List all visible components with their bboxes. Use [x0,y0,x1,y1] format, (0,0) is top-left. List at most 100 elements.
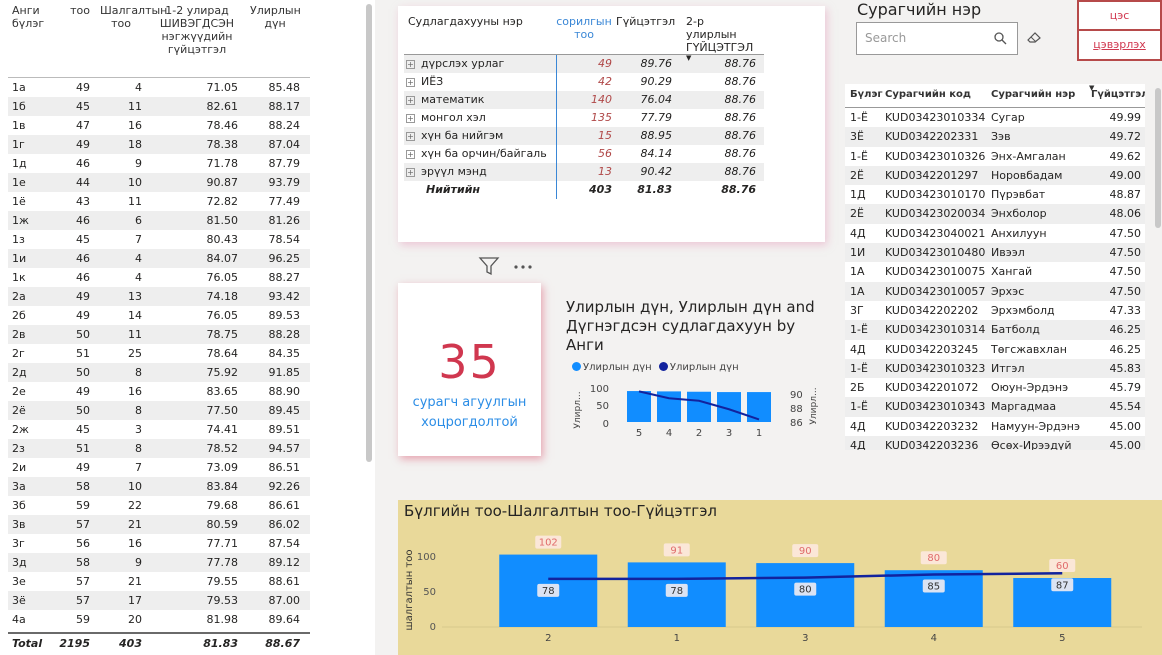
col-header-student-code[interactable]: Сурагчийн код [885,84,991,107]
col-header-performance[interactable]: Гүйцэтгэл ▼ [1089,84,1145,107]
col-header-performance[interactable]: 1-2 улирад ШИВЭГДСЭН нэгжүүдийн гүйцэтгэ… [142,4,238,77]
expand-icon[interactable]: + [406,77,415,87]
table-row[interactable]: 1а 49 4 71.05 85.48 [8,78,310,97]
table-row[interactable]: 1-Ё KUD03423010323 Итгэл 45.83 [845,358,1145,379]
mini-bar[interactable] [627,391,651,422]
table-row[interactable]: 3Ё KUD0342202331 Зэв 49.72 [845,127,1145,147]
expand-icon[interactable]: + [406,95,415,105]
search-box[interactable] [856,22,1018,55]
table-row[interactable]: 1и 46 4 84.07 96.25 [8,249,310,268]
table-row[interactable]: 1Д KUD03423010170 Пүрэвбат 48.87 [845,185,1145,204]
table-row[interactable]: 4Д KUD0342203245 Төгсжавхлан 46.25 [845,340,1145,359]
table-row[interactable]: 1-Ё KUD03423010334 Сугар 49.99 [845,108,1145,127]
table-row[interactable]: 4Д KUD0342203236 Өсөх-Ирээдүй 45.00 [845,436,1145,450]
table-row[interactable]: 1д 46 9 71.78 87.79 [8,154,310,173]
table-row[interactable]: 2г 51 25 78.64 84.35 [8,344,310,363]
col-header-term-score[interactable]: Улирлын дүн [238,4,306,77]
cell-class: 2а [12,290,26,303]
table-row[interactable]: + монгол хэл 135 77.79 88.76 [404,109,764,127]
group-combo-chart[interactable]: шалгалтын тоо 100 50 0 2 1 3 4 5 102 78 91 78 90 8… [398,500,1162,655]
group-bar[interactable] [884,570,983,627]
table-row[interactable]: 3а 58 10 83.84 92.26 [8,477,310,496]
table-row[interactable]: 1-Ё KUD03423010314 Батболд 46.25 [845,320,1145,340]
cell-student-code: KUD03423040021 [885,226,986,240]
eraser-icon[interactable] [1026,30,1042,44]
table-row[interactable]: 3Г KUD0342202202 Эрхэмболд 47.33 [845,301,1145,320]
table-row[interactable]: + дүрслэх урлаг 49 89.76 88.76 [404,55,764,73]
col-header-performance[interactable]: Гүйцэтгэл [616,15,676,54]
table-row[interactable]: 1-Ё KUD03423010343 Маргадмаа 45.54 [845,397,1145,417]
table-row[interactable]: 1А KUD03423010057 Эрхэс 47.50 [845,281,1145,301]
table-row[interactable]: 3д 58 9 77.78 89.12 [8,553,310,572]
table-row[interactable]: 4Д KUD03423040021 Анхилуун 47.50 [845,224,1145,243]
filter-icon[interactable] [478,257,500,276]
table-row[interactable]: 1ж 46 6 81.50 81.26 [8,211,310,230]
table-row[interactable]: 1к 46 4 76.05 88.27 [8,268,310,287]
expand-icon[interactable]: + [406,149,415,159]
table-row[interactable]: 2з 51 8 78.52 94.57 [8,439,310,458]
table-row[interactable]: 1А KUD03423010075 Хангай 47.50 [845,262,1145,281]
table-row[interactable]: 1ё 43 11 72.82 77.49 [8,192,310,211]
cell-student-code: KUD03423010480 [885,246,986,260]
menu-button[interactable]: цэс [1077,0,1162,32]
table-row[interactable]: 3е 57 21 79.55 88.61 [8,572,310,591]
col-header-test-count[interactable]: сорилгын тоо [556,15,616,54]
table-row[interactable]: 3г 56 16 77.71 87.54 [8,534,310,553]
col-header-class[interactable]: Анги бүлэг [8,4,52,77]
cell-performance: 72.82 [206,195,239,208]
table-row[interactable]: 1з 45 7 80.43 78.54 [8,230,310,249]
table-row[interactable]: 2Б KUD0342201072 Оюун-Эрдэнэ 45.79 [845,378,1145,397]
expand-icon[interactable]: + [406,113,415,123]
table-row[interactable]: + математик 140 76.04 88.76 [404,91,764,109]
table-row[interactable]: 3б 59 22 79.68 86.61 [8,496,310,515]
col-header-exam-count[interactable]: Шалгалтын тоо [92,4,167,77]
table-row[interactable]: 2е 49 16 83.65 88.90 [8,382,310,401]
table-row[interactable]: 2а 49 13 74.18 93.42 [8,287,310,306]
table-row[interactable]: 1-Ё KUD03423010326 Энх-Амгалан 49.62 [845,147,1145,166]
col-header-group[interactable]: Бүлэг [845,84,885,107]
expand-icon[interactable]: + [406,167,415,177]
col-header-student-name[interactable]: Сурагчийн нэр [991,84,1091,107]
expand-icon[interactable]: + [406,59,415,69]
table-row[interactable]: 4Д KUD0342203232 Намуун-Эрдэнэ 45.00 [845,417,1145,436]
group-y-tick-50: 50 [423,587,436,598]
table-row[interactable]: 1б 45 11 82.61 88.17 [8,97,310,116]
table-row[interactable]: 1г 49 18 78.38 87.04 [8,135,310,154]
table-row[interactable]: 2б 49 14 76.05 89.53 [8,306,310,325]
group-y-tick-100: 100 [417,552,436,563]
table-row[interactable]: 1е 44 10 90.87 93.79 [8,173,310,192]
table-row[interactable]: + хүн ба нийгэм 15 88.95 88.76 [404,127,764,145]
table-row[interactable]: 2и 49 7 73.09 86.51 [8,458,310,477]
search-input[interactable] [865,31,985,45]
col-header-subject[interactable]: Судлагдахууны нэр [404,15,556,54]
table-row[interactable]: 1И KUD03423010480 Ивээл 47.50 [845,243,1145,263]
cell-term-score: 86.51 [268,461,301,474]
search-icon[interactable] [993,31,1007,45]
class-table-scrollbar[interactable] [366,4,372,462]
mini-bar[interactable] [687,391,711,422]
cell-class: 4а [12,613,26,626]
cell-term2: 88.76 [724,111,757,124]
table-row[interactable]: 2Ё KUD0342201297 Норовбадам 49.00 [845,165,1145,186]
col-header-count[interactable]: тоо [52,4,92,77]
mini-combo-chart[interactable]: Улирлын дүн, Улирлын дүн and Дүгнэгдсэн … [566,298,828,444]
table-row[interactable]: 4а 59 20 81.98 89.64 [8,610,310,629]
table-row[interactable]: + эрүүл мэнд 13 90.42 88.76 [404,163,764,181]
table-row[interactable]: 2ж 45 3 74.41 89.51 [8,420,310,439]
table-row[interactable]: + хүн ба орчин/байгаль 56 84.14 88.76 [404,145,764,163]
table-row[interactable]: 3ё 57 17 79.53 87.00 [8,591,310,610]
line-data-label: 80 [799,585,812,596]
student-table-scrollbar[interactable] [1155,88,1161,228]
col-header-term2[interactable]: 2-р улирлын ГҮЙЦЭТГЭЛ ▼ [676,15,762,62]
table-row[interactable]: 3в 57 21 80.59 86.02 [8,515,310,534]
table-row[interactable]: 1в 47 16 78.46 88.24 [8,116,310,135]
table-row[interactable]: + ИЁЗ 42 90.29 88.76 [404,73,764,91]
table-row[interactable]: 2в 50 11 78.75 88.28 [8,325,310,344]
more-options-icon[interactable] [514,265,532,269]
kpi-card[interactable]: 35 сурагч агуулгын хоцрогдолтой [398,283,541,456]
table-row[interactable]: 2ё 50 8 77.50 89.45 [8,401,310,420]
clear-button[interactable]: цэвэрлэх [1077,29,1162,61]
table-row[interactable]: 2Ё KUD03423020034 Энхболор 48.06 [845,204,1145,224]
table-row[interactable]: 2д 50 8 75.92 91.85 [8,363,310,382]
expand-icon[interactable]: + [406,131,415,141]
